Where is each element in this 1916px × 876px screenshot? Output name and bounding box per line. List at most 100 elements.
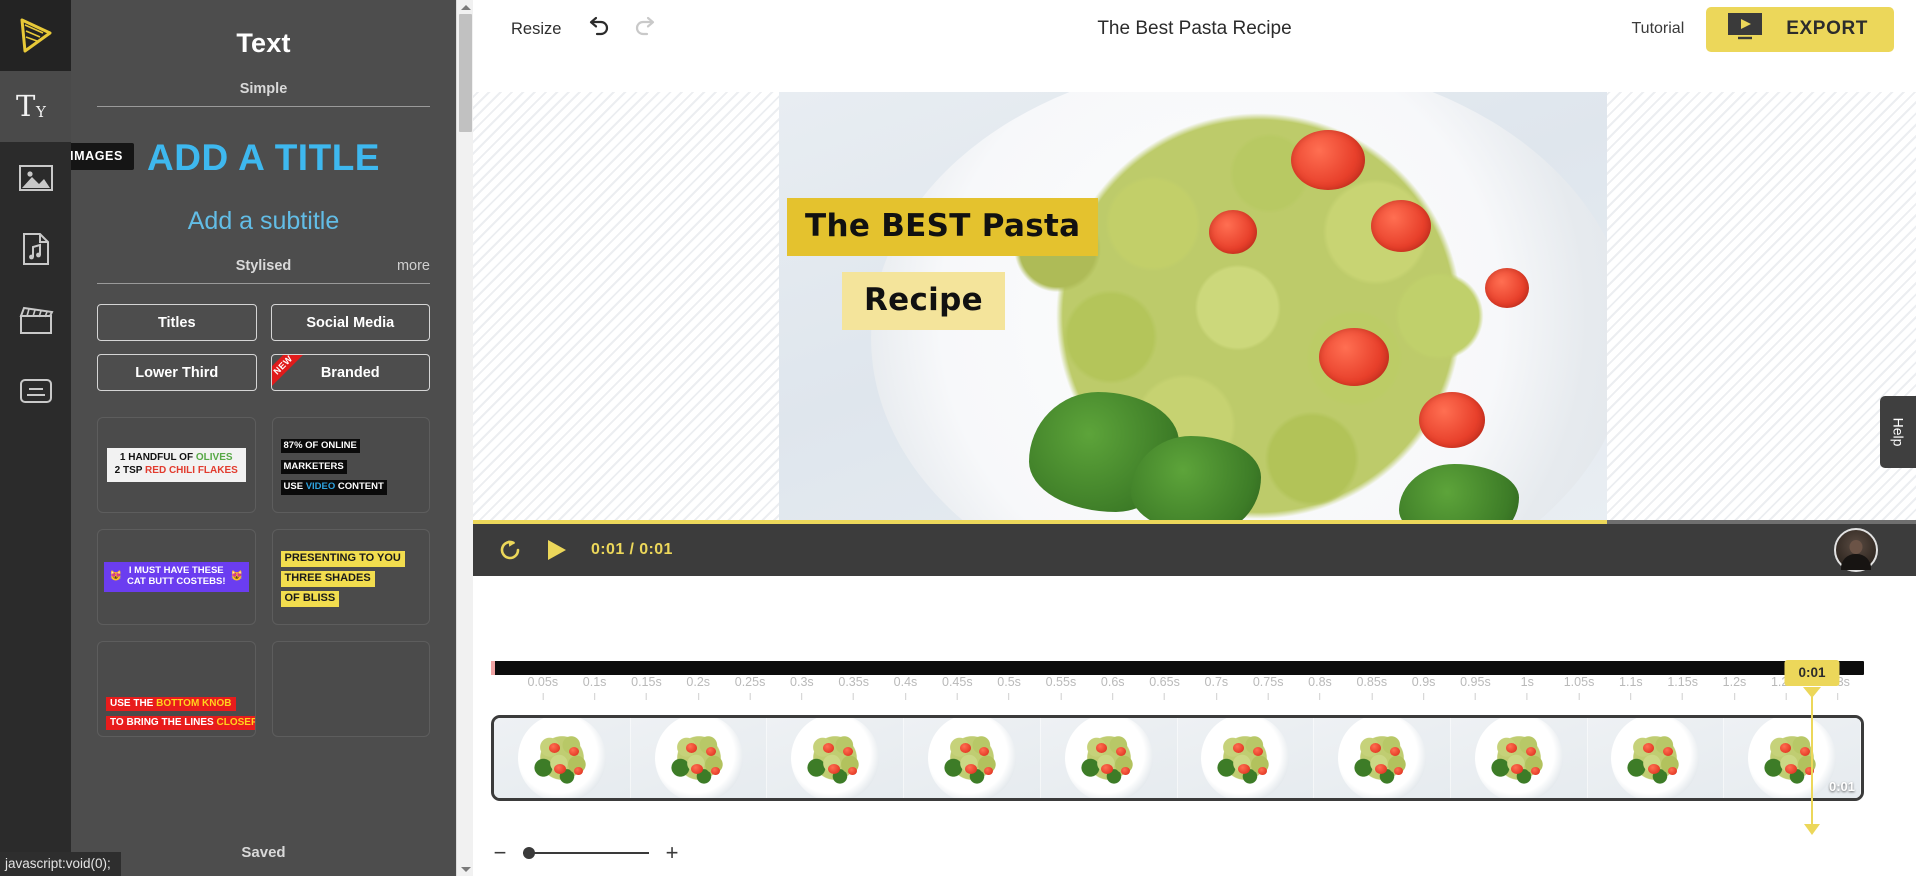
category-button-social-media[interactable]: Social Media — [270, 304, 430, 341]
ruler-tick-label: 0.4s — [893, 675, 918, 689]
clip-thumb-tomato — [847, 766, 857, 775]
clip-thumb-tomato — [1252, 747, 1263, 757]
tpl-run: THREE SHADES — [280, 571, 375, 587]
tpl-run: MARKETERS — [280, 459, 347, 474]
ruler-tick: 0.85s — [1356, 675, 1387, 700]
rail-item-images[interactable] — [0, 142, 71, 213]
tomato-slice — [1371, 200, 1431, 252]
scroll-down-arrow-icon[interactable] — [457, 862, 474, 876]
template-card-empty-slot[interactable] — [271, 641, 430, 737]
overlay-subtitle-text[interactable]: Recipe — [842, 272, 1005, 330]
clip-thumb-food — [1487, 731, 1550, 785]
overlay-title-text[interactable]: The BEST Pasta — [787, 198, 1099, 256]
template-card-bottom-knob[interactable]: USE THE BOTTOM KNOB TO BRING THE LINES C… — [97, 641, 256, 737]
rail-item-subtitles[interactable] — [0, 355, 71, 426]
template-preview: 😻 I MUST HAVE THESE CAT BUTT COSTEBS! 😻 — [98, 562, 255, 592]
toolbar-left-group: Resize — [473, 16, 659, 43]
timeline-clip-strip[interactable]: 0:01 — [491, 715, 1864, 801]
clip-thumb-food — [1077, 731, 1140, 785]
simple-section-label: Simple — [239, 81, 288, 97]
export-button[interactable]: EXPORT — [1706, 6, 1894, 52]
cat-emoji-right-icon: 😻 — [230, 571, 243, 583]
template-card-ingredients[interactable]: 1 HANDFUL OF OLIVES 2 TSP RED CHILI FLAK… — [97, 417, 256, 513]
category-label: Branded — [320, 364, 380, 381]
category-button-branded[interactable]: NEW Branded — [270, 354, 430, 391]
stylised-section-header: Stylised more — [71, 258, 456, 283]
ruler-tick-label: 1.1s — [1619, 675, 1643, 689]
tpl-run: PRESENTING TO YOU — [280, 551, 405, 567]
loop-replay-icon[interactable] — [497, 537, 523, 563]
avatar-body — [1841, 554, 1871, 570]
redo-arrow-icon[interactable] — [633, 16, 659, 43]
ruler-tick-label: 0.35s — [838, 675, 869, 689]
ruler-tick: 1.05s — [1563, 675, 1595, 700]
tpl-run: RED CHILI FLAKES — [145, 465, 238, 476]
timeline-track-left-handle[interactable] — [491, 661, 495, 675]
category-button-lower-third[interactable]: Lower Third — [97, 354, 257, 391]
scrollbar-thumb[interactable] — [459, 14, 472, 132]
scroll-up-arrow-icon[interactable] — [457, 0, 474, 14]
clip-end-time-label: 0:01 — [1828, 779, 1855, 794]
rail-item-text[interactable]: T Y — [0, 71, 71, 142]
panel-scrollbar[interactable] — [456, 0, 473, 876]
simple-section-divider — [97, 106, 430, 107]
clip-thumbnail — [1450, 718, 1588, 798]
resize-button[interactable]: Resize — [511, 20, 561, 39]
ruler-tick: 0.45s — [942, 675, 973, 700]
ruler-tick-label: 1.05s — [1563, 675, 1595, 689]
template-card-cat-butt-coasters[interactable]: 😻 I MUST HAVE THESE CAT BUTT COSTEBS! 😻 — [97, 529, 256, 625]
ruler-tick: 0.35s — [838, 675, 869, 700]
zoom-out-button[interactable]: − — [491, 842, 509, 864]
tpl-run: OLIVES — [195, 452, 233, 464]
clip-thumbnail — [1040, 718, 1178, 798]
add-a-subtitle-button[interactable]: Add a subtitle — [71, 207, 456, 236]
tpl-run: CLOSER — [216, 716, 256, 728]
clip-thumbnail — [767, 718, 905, 798]
category-button-grid: Titles Social Media Lower Third NEW Bran… — [97, 304, 430, 391]
clip-thumb-food — [1351, 731, 1414, 785]
stylised-section-label: Stylised — [235, 258, 292, 274]
zoom-slider-knob[interactable] — [523, 847, 535, 859]
timeline-scroll-track[interactable] — [491, 661, 1864, 675]
help-tab-button[interactable]: Help — [1880, 396, 1916, 468]
avatar[interactable] — [1834, 528, 1878, 572]
zoom-slider[interactable] — [523, 846, 649, 860]
undo-arrow-icon[interactable] — [585, 16, 611, 43]
clip-thumbnail — [1314, 718, 1451, 798]
time-separator: / — [629, 541, 635, 558]
rail-item-logo[interactable] — [0, 0, 71, 71]
ruler-tick-label: 0.05s — [527, 675, 559, 689]
player-controls-bar: 0:01 / 0:01 — [473, 520, 1916, 576]
zoom-in-button[interactable]: + — [663, 842, 681, 864]
video-canvas[interactable]: The BEST Pasta Recipe — [779, 92, 1607, 533]
ruler-tick-label: 0.15s — [631, 675, 662, 689]
status-bar-link: javascript:void(0); — [0, 852, 121, 876]
ruler-tick-label: 0.75s — [1252, 675, 1284, 689]
rail-item-video[interactable] — [0, 284, 71, 355]
lettuce-leaf — [1131, 436, 1261, 533]
clip-thumb-tomato — [959, 742, 971, 753]
stylised-more-link[interactable]: more — [397, 258, 430, 274]
clip-thumb-tomato — [1667, 766, 1677, 775]
text-tool-panel: Text Simple ADD A TITLE Add a subtitle S… — [71, 0, 456, 876]
saved-status-label: Saved — [241, 843, 286, 861]
timeline: 0.05s 0.1s 0.15s 0.2s 0.25s 0.3s 0.35s 0.4s 0.45… — [473, 576, 1916, 876]
template-card-marketers-stat[interactable]: 87% OF ONLINE MARKETERS USE VIDEO CONTEN… — [271, 417, 430, 513]
player-progress-bar[interactable] — [473, 520, 1916, 524]
category-button-titles[interactable]: Titles — [97, 304, 257, 341]
tpl-run: 87% OF ONLINE — [280, 438, 360, 454]
play-icon[interactable] — [545, 537, 569, 563]
template-preview-text: 87% OF ONLINE MARKETERS USE VIDEO CONTEN… — [280, 434, 387, 496]
tomato-slice — [1485, 268, 1529, 308]
clip-thumb-tomato — [1531, 766, 1541, 775]
clip-thumb-tomato — [1779, 742, 1791, 753]
rail-item-audio[interactable] — [0, 213, 71, 284]
ruler-tick: 0.8s — [1308, 675, 1332, 700]
tutorial-button[interactable]: Tutorial — [1632, 20, 1685, 38]
ruler-tick-label: 0.9s — [1411, 675, 1436, 689]
svg-text:Y: Y — [35, 103, 47, 121]
ruler-tick: 0.2s — [686, 675, 710, 700]
clip-thumb-food — [667, 731, 730, 785]
ruler-tick: 1.1s — [1619, 675, 1643, 700]
template-card-three-shades[interactable]: PRESENTING TO YOU THREE SHADES OF BLISS — [271, 529, 430, 625]
